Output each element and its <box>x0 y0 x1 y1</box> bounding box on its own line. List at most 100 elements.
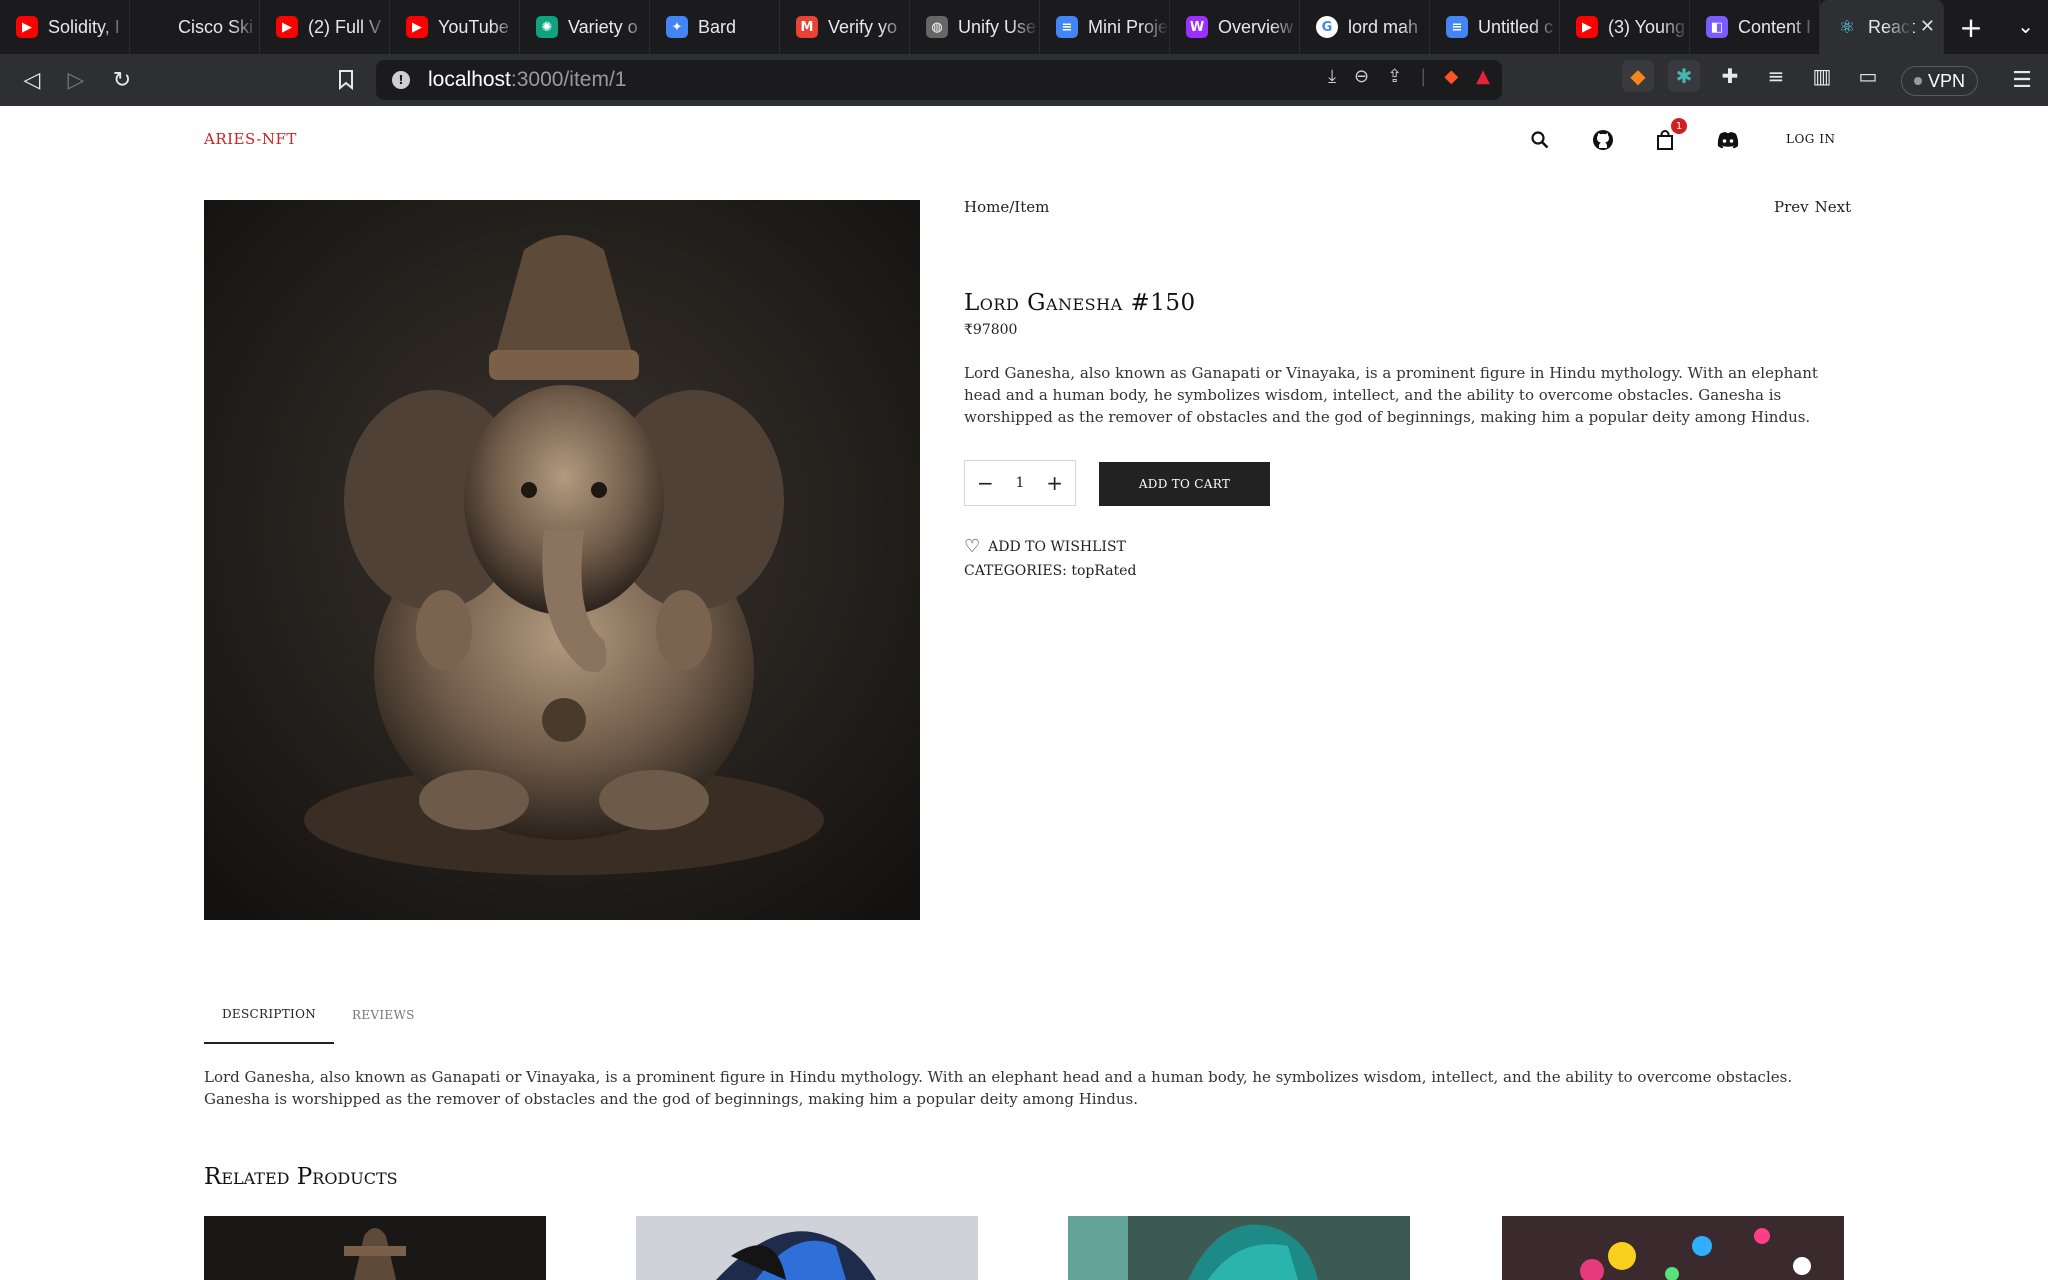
related-product-card[interactable] <box>204 1216 546 1280</box>
related-product-card[interactable] <box>636 1216 978 1280</box>
wallet-icon[interactable]: ▭ <box>1852 60 1884 92</box>
react-icon: ⚛ <box>1838 16 1856 38</box>
tab-fade <box>1271 0 1299 54</box>
tab-fade <box>751 0 779 54</box>
browser-tab[interactable]: ▶ YouTube <box>390 0 520 54</box>
related-product-card[interactable] <box>1502 1216 1844 1280</box>
browser-tab-title: Bard <box>698 16 737 37</box>
tab-fade <box>1141 0 1169 54</box>
cart-count-badge: 1 <box>1671 118 1687 134</box>
browser-tab[interactable]: ▶ (3) Young <box>1560 0 1690 54</box>
metamask-icon[interactable]: ◆ <box>1622 60 1654 92</box>
cisco-icon <box>146 16 168 38</box>
next-link[interactable]: Next <box>1815 198 1852 216</box>
heart-icon: ♡ <box>964 536 981 557</box>
tab-fade <box>361 0 389 54</box>
site-info-icon[interactable]: ! <box>392 71 410 89</box>
tab-list-chevron-icon[interactable]: ⌄ <box>2017 14 2034 38</box>
youtube-music-icon: ▶ <box>406 16 428 38</box>
product-price: ₹97800 <box>964 322 1018 338</box>
reload-button[interactable]: ↻ <box>100 58 144 102</box>
vpn-label: VPN <box>1927 70 1965 91</box>
brand-logo[interactable]: ARIES-NFT <box>204 130 297 148</box>
forward-button[interactable]: ▷ <box>54 58 98 102</box>
tab-fade <box>1791 0 1819 54</box>
browser-tab[interactable]: ◧ Content I <box>1690 0 1820 54</box>
categories: CATEGORIES: topRated <box>964 563 1136 579</box>
browser-tab[interactable]: M Verify yo <box>780 0 910 54</box>
page: ARIES-NFT 1 LOG IN Home/Item Prev Next L… <box>0 106 2048 1280</box>
chatgpt-icon: ✺ <box>536 16 558 38</box>
vpn-status-icon <box>1913 77 1922 85</box>
breadcrumb[interactable]: Home/Item <box>964 198 1049 216</box>
wishlist-label: ADD TO WISHLIST <box>988 538 1126 555</box>
puzzle-icon[interactable]: ✚ <box>1714 60 1746 92</box>
zoom-out-icon[interactable]: ⊖ <box>1354 66 1369 87</box>
login-link[interactable]: LOG IN <box>1786 132 1835 146</box>
browser-tab[interactable]: ⚛React✕ <box>1820 0 1944 54</box>
vpn-button[interactable]: VPN <box>1900 66 1978 96</box>
address-bar[interactable]: ! localhost:3000/item/1 ⤓ ⊖ ⇪ | ◆ ▲ <box>376 60 1502 100</box>
new-tab-button[interactable]: + <box>1944 0 1998 54</box>
browser-tab[interactable]: ◍ Unify Use <box>910 0 1040 54</box>
product-description: Lord Ganesha, also known as Ganapati or … <box>964 364 1818 426</box>
share-icon[interactable]: ⇪ <box>1387 66 1402 87</box>
browser-tab[interactable]: ▶ Solidity, I <box>0 0 130 54</box>
prev-link[interactable]: Prev <box>1774 198 1809 216</box>
close-tab-icon[interactable]: ✕ <box>1920 16 1935 37</box>
content-icon: ◧ <box>1706 16 1728 38</box>
browser-tab[interactable]: ≡ Mini Proje <box>1040 0 1170 54</box>
categories-label: CATEGORIES: <box>964 563 1067 579</box>
browser-tab[interactable]: Cisco Ski <box>130 0 260 54</box>
browser-tab[interactable]: ≡ Untitled c <box>1430 0 1560 54</box>
back-button[interactable]: ◁ <box>10 58 54 102</box>
sidebar-icon[interactable]: ▥ <box>1806 60 1838 92</box>
playlist-icon[interactable]: ≡ <box>1760 60 1792 92</box>
url-divider: | <box>1420 66 1427 87</box>
tab-fade <box>1401 0 1429 54</box>
browser-tab[interactable]: ▶ (2) Full V <box>260 0 390 54</box>
install-icon[interactable]: ⤓ <box>1328 66 1336 87</box>
menu-icon[interactable]: ☰ <box>2000 58 2044 102</box>
webflow-icon: W <box>1186 16 1208 38</box>
discord-icon[interactable] <box>1714 126 1742 154</box>
tab-description[interactable]: DESCRIPTION <box>204 986 335 1044</box>
tab-fade <box>1011 0 1039 54</box>
browser-tab[interactable]: ✦ Bard <box>650 0 780 54</box>
docs-icon: ≡ <box>1446 16 1468 38</box>
related-products-title: Related Products <box>204 1164 398 1190</box>
youtube-icon: ▶ <box>16 16 38 38</box>
tab-fade <box>491 0 519 54</box>
bard-icon: ✦ <box>666 16 688 38</box>
related-product-card[interactable] <box>1068 1216 1410 1280</box>
github-icon[interactable] <box>1589 126 1617 154</box>
tab-reviews[interactable]: REVIEWS <box>334 986 433 1044</box>
youtube-icon: ▶ <box>1576 16 1598 38</box>
url-host: localhost <box>428 68 511 91</box>
gmail-icon: M <box>796 16 818 38</box>
brave-shields-icon[interactable]: ◆ <box>1444 66 1458 87</box>
tab-fade <box>1531 0 1559 54</box>
extension-icon[interactable]: ✱ <box>1668 60 1700 92</box>
product-title: Lord Ganesha #150 <box>964 290 1196 316</box>
product-image-ganesha <box>204 200 920 920</box>
brave-rewards-icon[interactable]: ▲ <box>1476 66 1490 87</box>
quantity-value[interactable]: 1 <box>1016 475 1025 491</box>
google-icon: G <box>1316 16 1338 38</box>
tab-description-body: Lord Ganesha, also known as Ganapati or … <box>204 1068 1793 1108</box>
add-to-cart-button[interactable]: ADD TO CART <box>1099 462 1270 506</box>
browser-tab[interactable]: Glord mah <box>1300 0 1430 54</box>
tab-fade <box>231 0 259 54</box>
categories-value[interactable]: topRated <box>1071 563 1136 579</box>
increment-button[interactable]: + <box>1046 471 1063 495</box>
bookmark-icon[interactable] <box>324 58 368 102</box>
search-icon[interactable] <box>1526 126 1554 154</box>
add-to-wishlist-link[interactable]: ♡ ADD TO WISHLIST <box>964 536 1126 557</box>
decrement-button[interactable]: − <box>977 471 994 495</box>
browser-tab[interactable]: W Overview <box>1170 0 1300 54</box>
tab-fade <box>1661 0 1689 54</box>
tab-fade <box>881 0 909 54</box>
browser-tab[interactable]: ✺ Variety o <box>520 0 650 54</box>
quantity-stepper: − 1 + <box>964 460 1076 506</box>
tab-fade <box>621 0 649 54</box>
